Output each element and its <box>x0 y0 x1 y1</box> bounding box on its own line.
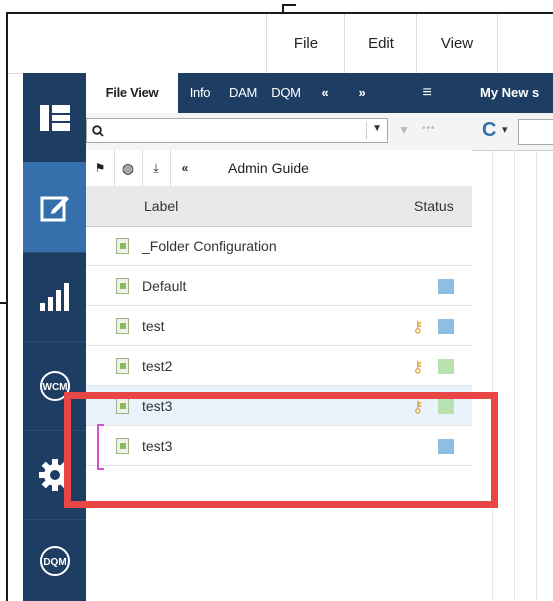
search-dropdown-icon[interactable]: ▼ <box>372 123 382 134</box>
list-item-label: test2 <box>142 358 173 374</box>
right-toolbar: C ▾ <box>472 113 553 151</box>
left-nav: WCM DQM <box>23 73 86 601</box>
dashboard-icon <box>39 104 70 131</box>
more-options-icon[interactable]: ••• <box>422 123 436 134</box>
tab-scroll-left-button[interactable]: « <box>308 73 342 113</box>
refresh-dropdown-icon[interactable]: ▾ <box>502 123 508 136</box>
collapse-button[interactable]: ⤓ <box>142 150 171 186</box>
dqm-icon: DQM <box>39 545 70 576</box>
list-item-label: Default <box>142 278 187 294</box>
file-icon <box>116 238 129 254</box>
list-item-label: test <box>142 318 165 334</box>
search-box: ▼ <box>86 118 388 143</box>
tab-info[interactable]: Info <box>178 73 222 113</box>
tab-dqm[interactable]: DQM <box>264 73 308 113</box>
search-divider <box>366 122 367 139</box>
frame-tick-left <box>0 302 8 304</box>
nav-dqm[interactable]: DQM <box>23 520 86 601</box>
globe-button[interactable]: ◍ <box>114 150 143 186</box>
nav-analytics[interactable] <box>23 253 86 341</box>
highlight-box <box>64 392 498 508</box>
list-item[interactable]: test2 ⚷ <box>86 346 472 386</box>
search-row: ▼ ▼ ••• <box>86 113 472 151</box>
status-badge <box>438 279 454 294</box>
grid-line <box>536 150 537 601</box>
frame-tick-top-h <box>282 4 296 6</box>
tab-scroll-right-button[interactable]: » <box>342 73 382 113</box>
menu-view[interactable]: View <box>416 14 498 73</box>
bar-chart-icon <box>39 283 69 311</box>
tab-bar: File View Info DAM DQM « » ≡ <box>86 73 472 113</box>
tab-dam[interactable]: DAM <box>222 73 264 113</box>
refresh-icon[interactable]: C <box>482 119 496 142</box>
grid-line <box>492 150 493 601</box>
edit-icon <box>40 196 69 222</box>
tab-menu-button[interactable]: ≡ <box>382 73 472 113</box>
path-toolbar: ⚑ ◍ ⤓ « Admin Guide <box>86 150 472 187</box>
dqm-icon-label: DQM <box>43 557 66 568</box>
file-icon <box>116 318 129 334</box>
search-icon <box>92 125 104 137</box>
menubar: File Edit View <box>8 14 553 74</box>
nav-dashboard[interactable] <box>23 73 86 162</box>
list-item[interactable]: _Folder Configuration <box>86 226 472 266</box>
breadcrumb[interactable]: Admin Guide <box>228 150 309 186</box>
column-header: Label Status <box>86 186 472 227</box>
search-input[interactable] <box>107 121 369 142</box>
tab-file-view[interactable]: File View <box>86 73 178 113</box>
flag-icon: ⚑ <box>94 161 106 175</box>
file-icon <box>116 278 129 294</box>
list-item[interactable]: test ⚷ <box>86 306 472 346</box>
tab-my-new[interactable]: My New s <box>472 73 553 113</box>
right-input[interactable] <box>518 119 553 145</box>
collapse-icon: ⤓ <box>153 160 159 175</box>
file-view-panel: File View Info DAM DQM « » ≡ ▼ ▼ ••• ⚑ ◍… <box>86 73 473 601</box>
back-icon: « <box>181 161 189 175</box>
column-label-header[interactable]: Label <box>144 186 178 226</box>
key-icon: ⚷ <box>412 359 424 376</box>
status-badge <box>438 319 454 334</box>
list-item-label: _Folder Configuration <box>142 238 277 254</box>
grid-line <box>514 150 515 601</box>
filter-icon[interactable]: ▼ <box>398 123 410 137</box>
column-status-header[interactable]: Status <box>414 186 454 226</box>
flag-button[interactable]: ⚑ <box>86 150 115 186</box>
status-badge <box>438 359 454 374</box>
right-panel: My New s C ▾ <box>472 73 553 601</box>
nav-edit[interactable] <box>23 162 86 252</box>
menu-file[interactable]: File <box>266 14 345 73</box>
globe-icon: ◍ <box>121 159 135 176</box>
key-icon: ⚷ <box>412 319 424 336</box>
back-button[interactable]: « <box>170 150 200 186</box>
menu-edit[interactable]: Edit <box>344 14 417 73</box>
list-item[interactable]: Default <box>86 266 472 306</box>
file-icon <box>116 358 129 374</box>
